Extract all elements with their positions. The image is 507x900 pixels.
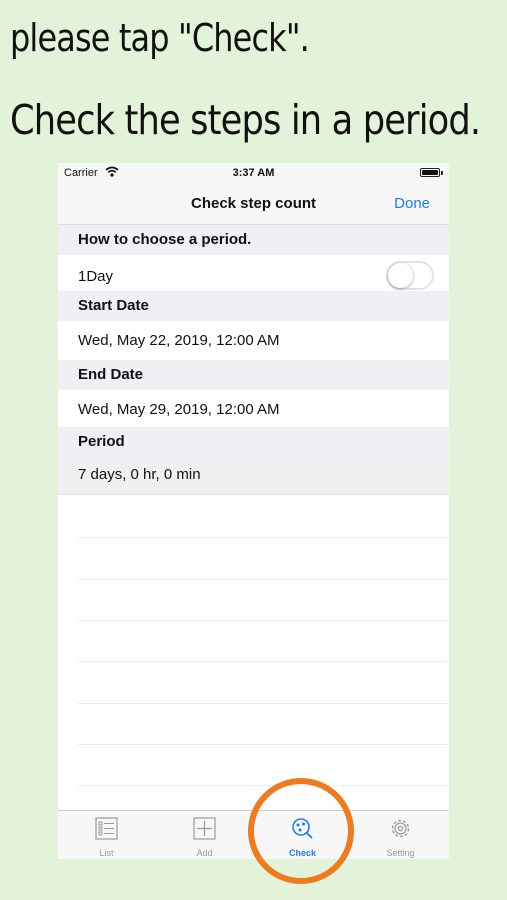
tab-add[interactable]: Add <box>156 811 253 859</box>
tab-label: Check <box>288 848 316 858</box>
tab-bar: List Add Check Setting <box>58 810 449 859</box>
battery-tip <box>441 171 443 175</box>
empty-row-divider <box>78 537 449 538</box>
battery-icon <box>420 168 440 177</box>
empty-row-divider <box>78 620 449 621</box>
period-cell[interactable]: 7 days, 0 hr, 0 min <box>58 455 449 495</box>
navigation-bar: Check step count Done <box>58 183 449 225</box>
list-icon <box>95 817 118 840</box>
tab-label: List <box>99 848 114 858</box>
period-header: Period <box>58 427 449 457</box>
gear-icon <box>391 819 410 838</box>
start-date-header: Start Date <box>58 291 449 321</box>
promo-line-2: Check the steps in a period. <box>10 96 481 144</box>
done-button[interactable]: Done <box>394 195 430 212</box>
phone-screen: Carrier 3:37 AM Check step count Done Ho… <box>58 163 449 859</box>
add-icon <box>193 817 216 840</box>
start-date-cell[interactable]: Wed, May 22, 2019, 12:00 AM <box>58 321 449 361</box>
one-day-label: 1Day <box>78 268 114 285</box>
page-title: Check step count <box>190 195 317 212</box>
empty-row-divider <box>78 661 449 662</box>
check-search-icon <box>292 818 313 839</box>
empty-row-divider <box>78 579 449 580</box>
empty-row-divider <box>78 744 449 745</box>
tab-label: Add <box>196 848 213 858</box>
status-time: 3:37 AM <box>232 167 275 179</box>
toggle-knob <box>388 263 413 288</box>
one-day-toggle[interactable] <box>386 261 434 290</box>
status-bar: Carrier 3:37 AM <box>58 163 449 183</box>
empty-row-divider <box>78 785 449 786</box>
tab-list[interactable]: List <box>58 811 155 859</box>
tab-setting[interactable]: Setting <box>352 811 449 859</box>
tab-check[interactable]: Check <box>254 811 351 859</box>
end-date-cell[interactable]: Wed, May 29, 2019, 12:00 AM <box>58 390 449 430</box>
empty-row-divider <box>78 703 449 704</box>
end-date-header: End Date <box>58 360 449 390</box>
promo-line-1: please tap "Check". <box>10 16 310 60</box>
tab-label: Setting <box>386 848 415 858</box>
choose-period-header: How to choose a period. <box>58 225 449 255</box>
